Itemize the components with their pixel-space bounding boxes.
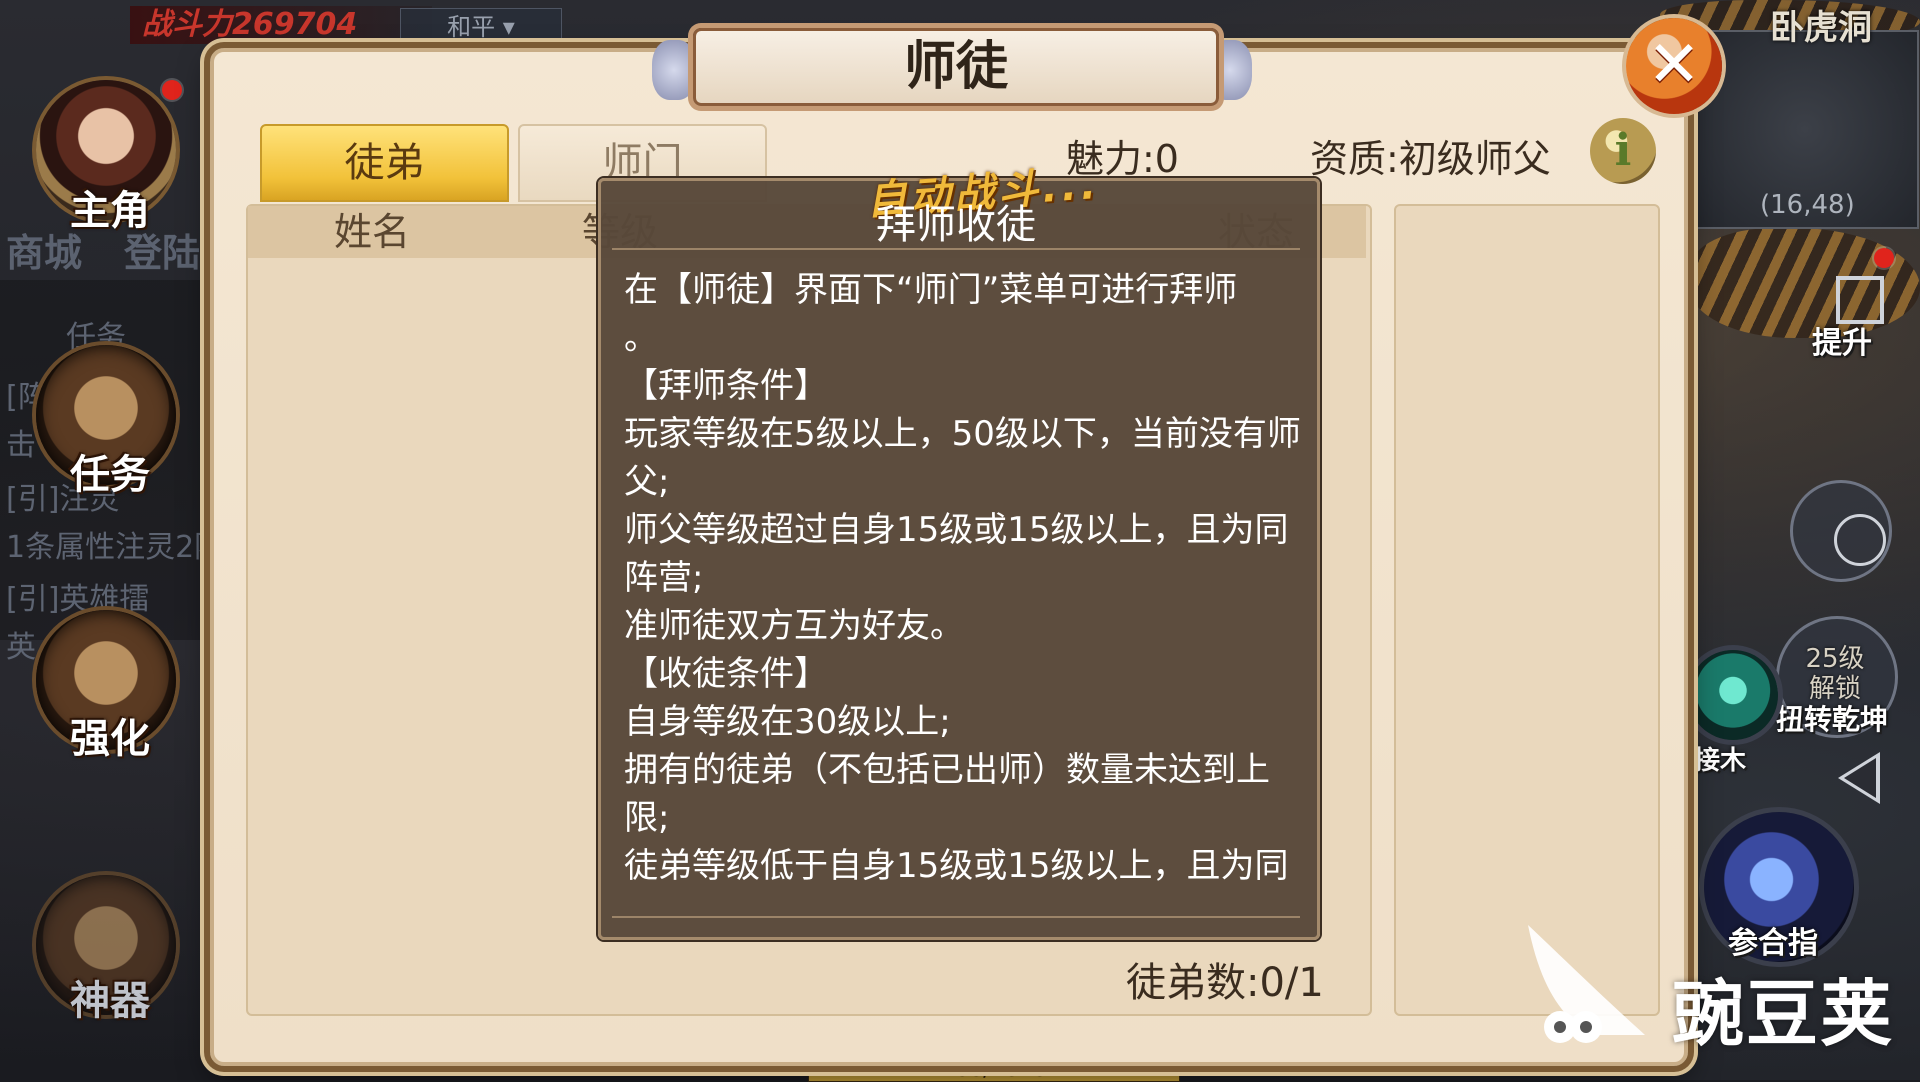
tooltip-line: 限; (624, 798, 670, 838)
quest-line-2: 击 (6, 428, 36, 463)
banner-left-ornament (652, 40, 696, 100)
column-name: 姓名 (334, 210, 411, 254)
tooltip-line: 【拜师条件】 (624, 366, 828, 406)
enhance-label: 强化 (70, 716, 150, 762)
pk-mode-button[interactable]: 和平 ▾ (400, 8, 562, 46)
target-ring-icon (1834, 514, 1886, 566)
close-icon: ✕ (1647, 28, 1701, 102)
watermark-logo-icon (1528, 925, 1645, 1043)
artifact-label: 神器 (70, 978, 150, 1024)
tooltip-body: 在【师徒】界面下“师门”菜单可进行拜师 。 【拜师条件】 玩家等级在5级以上，5… (624, 266, 1304, 890)
tooltip-line: 准师徒双方互为好友。 (624, 606, 964, 646)
upgrade-label: 提升 (1812, 326, 1872, 361)
upgrade-notification-dot (1874, 248, 1894, 268)
graft-skill-icon[interactable] (1688, 650, 1778, 740)
experience-bar: 4788/78181 (808, 1057, 1180, 1082)
tooltip-line: 。 (624, 318, 658, 358)
pk-mode-label: 和平 (447, 13, 496, 41)
tooltip-line: 自身等级在30级以上; (624, 702, 951, 742)
close-button[interactable]: ✕ (1626, 18, 1722, 114)
apprentice-detail-panel (1394, 204, 1660, 1016)
watermark-text: 豌豆荚 (1672, 972, 1895, 1056)
dialog-title: 师徒 (693, 28, 1219, 106)
tooltip-line: 玩家等级在5级以上，50级以下，当前没有师 (624, 414, 1301, 454)
shop-link[interactable]: 商城 (6, 222, 82, 277)
tooltip-divider-bottom (612, 916, 1300, 918)
tooltip-line: 父; (624, 462, 670, 502)
quest-line-4: 1条属性注灵2阶 (6, 530, 225, 565)
notification-dot (162, 80, 182, 100)
info-icon: i (1614, 125, 1632, 176)
map-name: 卧虎洞 (1770, 8, 1872, 48)
map-coordinates: (16,48) (1760, 190, 1855, 220)
upgrade-icon[interactable] (1836, 276, 1884, 324)
tooltip-line: 拥有的徒弟（不包括已出师）数量未达到上 (624, 750, 1270, 790)
graft-skill-label: 接木 (1694, 746, 1747, 776)
apprentice-count: 徒弟数:0/1 (1126, 960, 1324, 1006)
login-link[interactable]: 登陆 (124, 222, 200, 277)
skill-name-label: 扭转乾坤 (1776, 703, 1889, 736)
info-button[interactable]: i (1590, 118, 1656, 184)
combat-power: 战斗力269704 (130, 6, 432, 44)
quest-line-6: 英 (6, 630, 36, 665)
collapse-arrow-icon[interactable] (1838, 752, 1880, 804)
quest-line-5: [引]英雄擂 (6, 582, 150, 617)
tooltip-line: 师父等级超过自身15级或15级以上，且为同 (624, 510, 1289, 550)
tooltip-title: 拜师收徒 (876, 202, 1036, 248)
tab-apprentice[interactable]: 徒弟 (260, 124, 509, 202)
tooltip-divider-top (612, 248, 1300, 250)
tooltip-line: 阵营; (624, 558, 704, 598)
quest-label: 任务 (70, 452, 150, 498)
tooltip-line: 【收徒条件】 (624, 654, 828, 694)
mentor-quality: 资质:初级师父 (1310, 137, 1551, 181)
tooltip-line: 在【师徒】界面下“师门”菜单可进行拜师 (624, 270, 1238, 310)
tooltip-line: 徒弟等级低于自身15级或15级以上，且为同 (624, 846, 1289, 886)
